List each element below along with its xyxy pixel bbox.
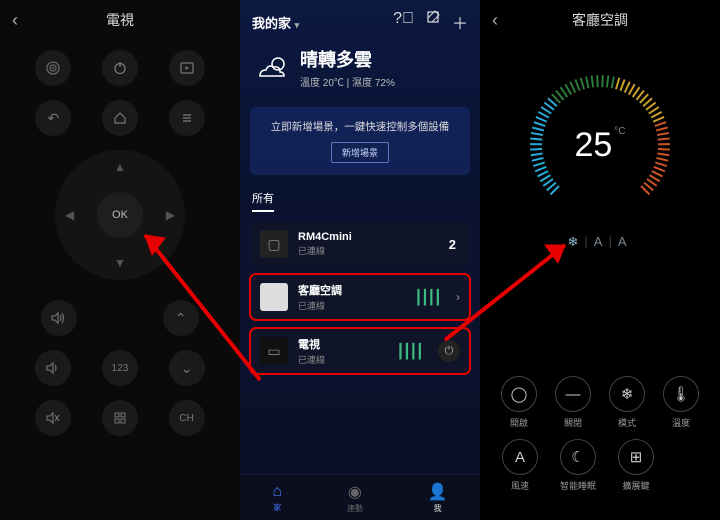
- annotation-arrow-left: [130, 220, 270, 390]
- circle-icon: ◯: [501, 376, 537, 412]
- home-dropdown[interactable]: 我的家 ▾: [252, 13, 299, 32]
- tab-all[interactable]: 所有: [252, 190, 274, 212]
- add-scene-button[interactable]: 新增場景: [331, 142, 389, 163]
- home-header: 我的家 ▾ ?⃝ ＋: [240, 0, 480, 38]
- tab-home[interactable]: ⌂家: [272, 483, 282, 513]
- device-row-ac[interactable]: 客廳空調 已連線 ┃┃┃┃ ›: [250, 274, 470, 320]
- power-icon[interactable]: [102, 50, 138, 86]
- ac-on-button[interactable]: ◯開啟: [501, 376, 537, 429]
- bottom-tabbar: ⌂家 ◉連動 👤我: [240, 474, 480, 520]
- target-icon[interactable]: [35, 50, 71, 86]
- tab-link[interactable]: ◉連動: [347, 482, 363, 514]
- dpad-down-icon[interactable]: ▼: [114, 256, 126, 270]
- ac-sleep-button[interactable]: ☾智能睡眠: [560, 439, 596, 492]
- volume-up-icon[interactable]: [41, 300, 77, 336]
- scene-banner: 立即新增場景，一鍵快速控制多個設備 新增場景: [250, 107, 470, 175]
- home-icon[interactable]: [102, 100, 138, 136]
- back-icon[interactable]: ‹: [12, 10, 18, 31]
- dpad-left-icon[interactable]: ◀: [65, 208, 74, 222]
- help-icon[interactable]: ?⃝: [393, 10, 414, 34]
- temperature-dial[interactable]: 25°C: [525, 70, 675, 220]
- grid-icon: ⊞: [618, 439, 654, 475]
- moon-icon: ☾: [560, 439, 596, 475]
- channel-button[interactable]: CH: [169, 400, 205, 436]
- page-title: 電視: [106, 10, 134, 30]
- ac-off-button[interactable]: —關閉: [555, 376, 591, 429]
- weather-main: 晴轉多雲: [300, 46, 395, 72]
- menu-icon[interactable]: [169, 100, 205, 136]
- header: ‹ 客廳空調: [480, 0, 720, 40]
- screen-icon[interactable]: [169, 50, 205, 86]
- annotation-arrow-right: [440, 230, 580, 350]
- apps-icon[interactable]: [102, 400, 138, 436]
- minus-icon: —: [555, 376, 591, 412]
- equalizer-icon: ┃┃┃┃: [396, 343, 422, 360]
- device-row-hub[interactable]: ▢ RM4Cmini 已連線 2: [250, 222, 470, 266]
- weather-icon: [256, 54, 290, 82]
- ac-expand-button[interactable]: ⊞擴展鍵: [618, 439, 654, 492]
- page-title: 客廳空調: [572, 10, 628, 30]
- ac-temp-button[interactable]: 🌡溫度: [663, 376, 699, 429]
- volume-down-icon[interactable]: [35, 350, 71, 386]
- banner-text: 立即新增場景，一鍵快速控制多個設備: [260, 119, 460, 134]
- ac-mode-button[interactable]: ❄模式: [609, 376, 645, 429]
- ac-fan-button[interactable]: A風速: [502, 439, 538, 492]
- edit-icon[interactable]: [426, 10, 440, 34]
- back-icon[interactable]: ‹: [492, 10, 498, 31]
- dpad-up-icon[interactable]: ▲: [114, 160, 126, 174]
- weather-widget: 晴轉多雲 溫度 20℃ | 濕度 72%: [240, 38, 480, 103]
- tab-me[interactable]: 👤我: [428, 482, 448, 514]
- equalizer-icon: ┃┃┃┃: [414, 289, 440, 306]
- device-row-tv[interactable]: ▭ 電視 已連線 ┃┃┃┃ ⏻: [250, 328, 470, 374]
- mute-icon[interactable]: [35, 400, 71, 436]
- plus-icon[interactable]: ＋: [452, 10, 468, 34]
- snowflake-icon: ❄: [609, 376, 645, 412]
- weather-sub: 溫度 20℃ | 濕度 72%: [300, 74, 395, 89]
- header: ‹ 電視: [0, 0, 240, 40]
- thermometer-icon: 🌡: [663, 376, 699, 412]
- back-nav-icon[interactable]: ↶: [35, 100, 71, 136]
- fan-icon: A: [502, 439, 538, 475]
